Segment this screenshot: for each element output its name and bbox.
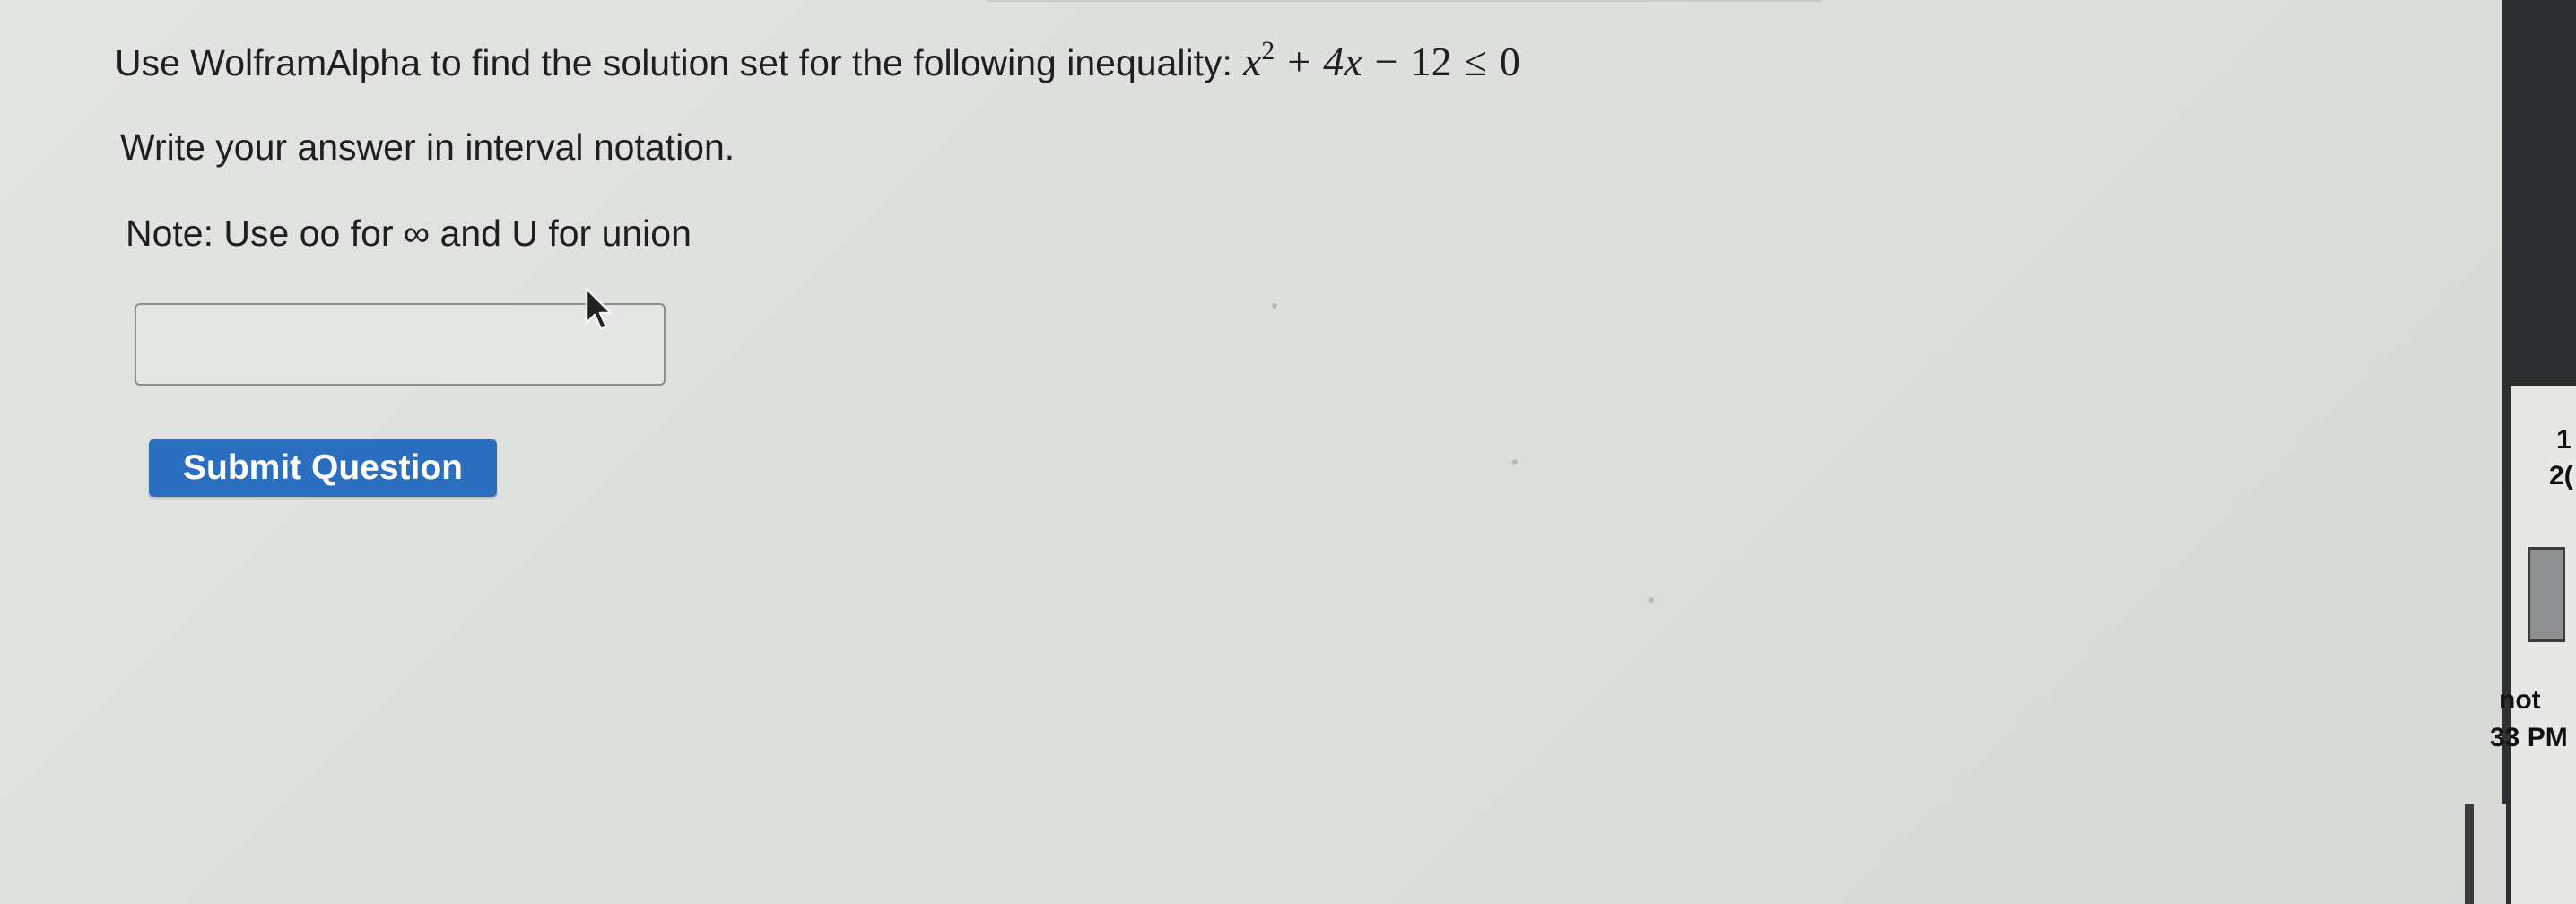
math-plus: + xyxy=(1287,39,1311,84)
quiz-page: Use WolframAlpha to find the solution se… xyxy=(0,0,2576,904)
question-prompt: Use WolframAlpha to find the solution se… xyxy=(115,29,1520,85)
top-divider xyxy=(987,0,1821,2)
inequality-expression: x2 +4x −12 ≤0 xyxy=(1242,36,1520,84)
background-text-fragment: 1 xyxy=(2556,425,2572,455)
math-minus: − xyxy=(1374,39,1398,84)
note-text: Note: Use oo for ∞ and U for union xyxy=(126,213,692,254)
mouse-pointer-icon xyxy=(585,287,613,331)
math-term-4x: 4x xyxy=(1323,39,1362,84)
math-var-x: x xyxy=(1242,39,1262,84)
math-constant: 12 xyxy=(1410,39,1452,84)
background-tile xyxy=(2465,804,2506,904)
math-relation: ≤ xyxy=(1464,39,1487,84)
submit-question-button[interactable]: Submit Question xyxy=(149,439,497,497)
screen-speck xyxy=(1272,303,1277,309)
math-exponent: 2 xyxy=(1261,36,1275,65)
instruction-text: Write your answer in interval notation. xyxy=(120,126,735,168)
screen-speck xyxy=(1512,459,1518,465)
background-text-fragment: not xyxy=(2499,685,2541,715)
math-rhs: 0 xyxy=(1499,39,1520,84)
background-text-fragment: 33 PM xyxy=(2490,723,2568,752)
background-tile xyxy=(2528,547,2565,642)
background-text-fragment: 2( xyxy=(2549,461,2573,491)
screen-speck xyxy=(1649,597,1654,603)
question-prompt-text: Use WolframAlpha to find the solution se… xyxy=(115,42,1232,83)
